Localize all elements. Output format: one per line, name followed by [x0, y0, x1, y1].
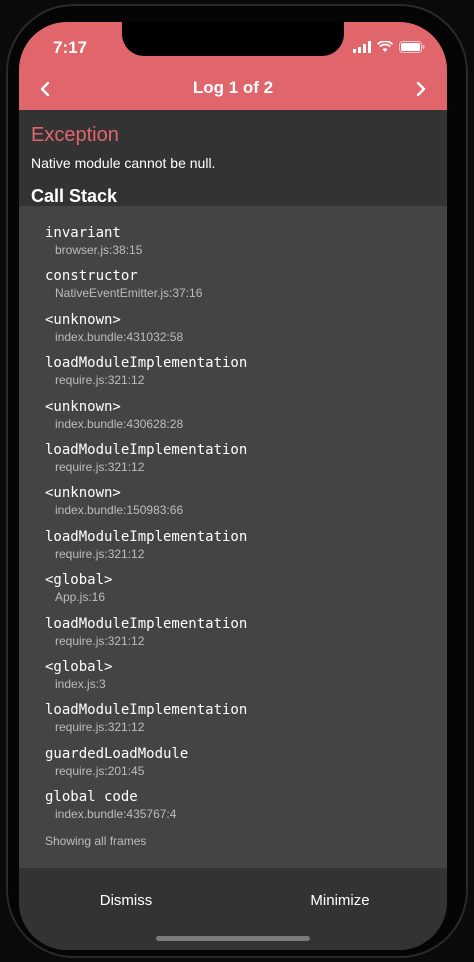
frame-function-name: loadModuleImplementation: [45, 615, 248, 632]
frame-function-name: loadModuleImplementation: [45, 441, 248, 458]
showing-frames-toggle[interactable]: Showing all frames: [45, 834, 146, 848]
stack-frame[interactable]: loadModuleImplementation require.js:321:1…: [45, 528, 425, 571]
frame-function-name: <global>: [45, 572, 113, 589]
log-title: Log 1 of 2: [192, 78, 274, 97]
frame-function-name: loadModuleImplementation: [45, 355, 248, 372]
frame-location: index.bundle:430628:28: [55, 416, 184, 431]
frame-location: require.js:321:12: [55, 633, 145, 648]
stack-frame[interactable]: constructor NativeEventEmitter.js:37:16: [45, 267, 425, 310]
stack-frame[interactable]: loadModuleImplementation require.js:321:1…: [45, 615, 425, 658]
frame-location: browser.js:38:15: [55, 243, 143, 257]
minimize-button[interactable]: Minimize: [233, 886, 447, 916]
frame-location: require.js:321:12: [55, 373, 145, 388]
frame-function-name: loadModuleImplementation: [45, 702, 248, 719]
battery-icon: [399, 41, 425, 53]
frame-location: index.bundle:431032:58: [55, 329, 184, 344]
next-log-button[interactable]: [401, 74, 441, 104]
frame-location: index.bundle:435767:4: [55, 807, 177, 822]
notch: [122, 22, 344, 56]
stack-frame[interactable]: loadModuleImplementation require.js:321:1…: [45, 701, 425, 744]
frame-location: require.js:321:12: [55, 459, 145, 474]
frame-function-name: invariant: [45, 225, 121, 241]
frame-location: index.js:3: [55, 676, 106, 691]
frame-location: require.js:321:12: [55, 546, 145, 561]
wifi-icon: [377, 41, 393, 52]
exception-title: Exception: [31, 124, 119, 146]
stack-frame[interactable]: invariant browser.js:38:15: [45, 224, 425, 267]
frame-function-name: loadModuleImplementation: [45, 528, 248, 545]
chevron-right-icon: [416, 81, 426, 97]
stack-frame[interactable]: loadModuleImplementation require.js:321:1…: [45, 354, 425, 397]
frame-function-name: guardedLoadModule: [45, 745, 189, 762]
frame-location: App.js:16: [55, 590, 106, 605]
frame-function-name: <unknown>: [45, 311, 121, 328]
stack-frame[interactable]: global code index.bundle:435767:4: [45, 788, 425, 831]
frame-function-name: <global>: [45, 658, 113, 675]
stack-frame[interactable]: <global> App.js:16: [45, 571, 425, 614]
frame-function-name: global code: [45, 789, 138, 806]
frame-function-name: constructor: [45, 268, 138, 285]
phone-frame: 7:17 Log 1 of 2 Exception Native module …: [0, 0, 474, 962]
frame-location: require.js:321:12: [55, 720, 145, 735]
exception-message: Native module cannot be null.: [31, 155, 216, 171]
stack-frame[interactable]: <unknown> index.bundle:150983:66: [45, 484, 425, 527]
dismiss-button[interactable]: Dismiss: [19, 886, 233, 916]
frame-function-name: <unknown>: [45, 398, 121, 415]
frame-location: NativeEventEmitter.js:37:16: [55, 286, 203, 301]
stack-frame[interactable]: guardedLoadModule require.js:201:45: [45, 745, 425, 788]
status-icons: [353, 40, 425, 54]
stack-frame[interactable]: <unknown> index.bundle:431032:58: [45, 311, 425, 354]
stack-frame[interactable]: <global> index.js:3: [45, 658, 425, 701]
stack-frame[interactable]: loadModuleImplementation require.js:321:1…: [45, 441, 425, 484]
signal-icon: [353, 41, 371, 53]
status-time: 7:17: [53, 38, 88, 57]
home-indicator: [156, 936, 310, 941]
call-stack-title: Call Stack: [31, 186, 118, 206]
call-stack-list: invariant browser.js:38:15 constructor Nati…: [45, 224, 425, 831]
frame-function-name: <unknown>: [45, 485, 121, 502]
log-nav: Log 1 of 2: [19, 74, 447, 104]
frame-location: index.bundle:150983:66: [55, 503, 184, 518]
stack-frame[interactable]: <unknown> index.bundle:430628:28: [45, 398, 425, 441]
frame-location: require.js:201:45: [55, 763, 145, 778]
screen: 7:17 Log 1 of 2 Exception Native module …: [19, 22, 447, 950]
